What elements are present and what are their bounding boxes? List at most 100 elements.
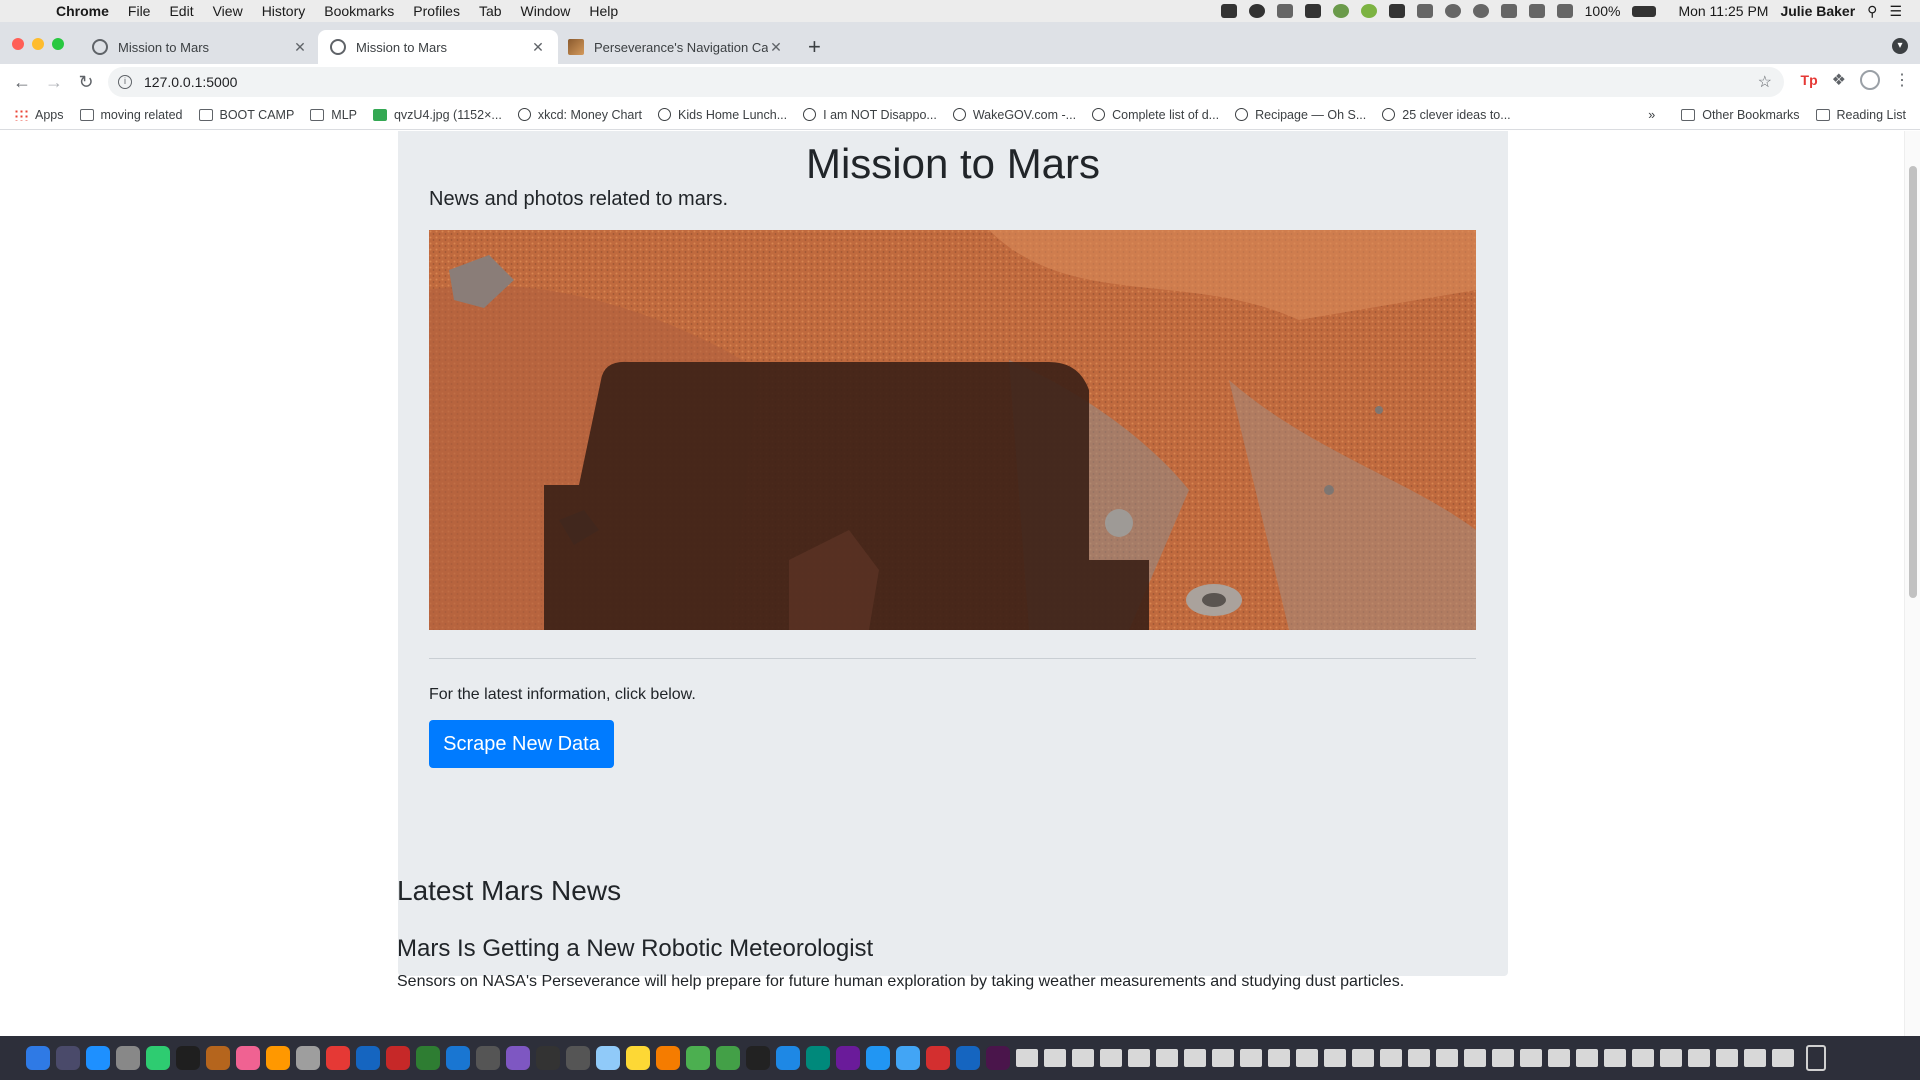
- address-bar-url[interactable]: 127.0.0.1:5000: [144, 74, 237, 90]
- trash-icon[interactable]: [1806, 1045, 1826, 1071]
- battery-percent[interactable]: 100%: [1585, 3, 1621, 19]
- close-tab-icon[interactable]: ✕: [768, 39, 784, 56]
- minimized-window-icon[interactable]: [1296, 1049, 1318, 1067]
- minimized-window-icon[interactable]: [1072, 1049, 1094, 1067]
- menu-window[interactable]: Window: [521, 3, 571, 19]
- bookmark-link[interactable]: Recipage — Oh S...: [1235, 108, 1366, 122]
- minimized-window-icon[interactable]: [1324, 1049, 1346, 1067]
- bookmark-folder[interactable]: BOOT CAMP: [198, 108, 294, 122]
- acrobat-icon[interactable]: [926, 1046, 950, 1070]
- minimized-window-icon[interactable]: [1520, 1049, 1542, 1067]
- teams-icon[interactable]: [896, 1046, 920, 1070]
- evernote-icon[interactable]: [1388, 4, 1405, 18]
- star-app-icon[interactable]: [326, 1046, 350, 1070]
- close-window-button[interactable]: [12, 38, 24, 50]
- bookmark-link[interactable]: Kids Home Lunch...: [658, 108, 787, 122]
- scrollbar-thumb[interactable]: [1909, 166, 1917, 598]
- bookmark-folder[interactable]: MLP: [310, 108, 357, 122]
- bookmark-apps[interactable]: Apps: [14, 108, 64, 122]
- volume-icon[interactable]: [1556, 4, 1573, 18]
- mongodb-icon[interactable]: [806, 1046, 830, 1070]
- spotlight-search-icon[interactable]: ⚲: [1867, 3, 1877, 20]
- new-tab-plus-icon[interactable]: +: [808, 36, 821, 58]
- site-info-icon[interactable]: i: [118, 75, 132, 89]
- word-icon[interactable]: [356, 1046, 380, 1070]
- minimized-window-icon[interactable]: [1016, 1049, 1038, 1067]
- system-preferences-icon[interactable]: [296, 1046, 320, 1070]
- help-icon[interactable]: [476, 1046, 500, 1070]
- bookmark-link[interactable]: I am NOT Disappo...: [803, 108, 937, 122]
- minimized-window-icon[interactable]: [1268, 1049, 1290, 1067]
- zoom-window-button[interactable]: [52, 38, 64, 50]
- minimized-window-icon[interactable]: [1044, 1049, 1066, 1067]
- maps-icon[interactable]: [596, 1046, 620, 1070]
- bluetooth-icon[interactable]: [1500, 4, 1517, 18]
- minimized-window-icon[interactable]: [1436, 1049, 1458, 1067]
- notes-folder-icon[interactable]: [206, 1046, 230, 1070]
- launchpad-icon[interactable]: [116, 1046, 140, 1070]
- apple-menu-icon[interactable]: [20, 3, 36, 19]
- scrape-new-data-button[interactable]: Scrape New Data: [429, 720, 614, 768]
- bookmark-star-icon[interactable]: ☆: [1758, 72, 1772, 92]
- app-store-icon[interactable]: [86, 1046, 110, 1070]
- menu-bookmarks[interactable]: Bookmarks: [324, 3, 394, 19]
- status-dot-icon[interactable]: [1332, 4, 1349, 18]
- menu-view[interactable]: View: [213, 3, 243, 19]
- grammarly-icon[interactable]: [1360, 4, 1377, 18]
- time-machine-icon[interactable]: [1472, 4, 1489, 18]
- page-scrollbar[interactable]: [1904, 131, 1920, 1036]
- bookmark-link[interactable]: 25 clever ideas to...: [1382, 108, 1511, 122]
- minimized-window-icon[interactable]: [1492, 1049, 1514, 1067]
- extensions-puzzle-icon[interactable]: ❖: [1832, 70, 1846, 90]
- close-tab-icon[interactable]: ✕: [292, 39, 308, 56]
- minimized-window-icon[interactable]: [1688, 1049, 1710, 1067]
- minimized-window-icon[interactable]: [1464, 1049, 1486, 1067]
- vscode-icon[interactable]: [776, 1046, 800, 1070]
- chrome-menu-icon[interactable]: ⋮: [1894, 70, 1910, 90]
- onepassword-icon[interactable]: [1248, 4, 1265, 18]
- reading-list[interactable]: Reading List: [1815, 108, 1906, 122]
- forward-arrow-icon[interactable]: →: [38, 66, 70, 98]
- minimized-window-icon[interactable]: [1744, 1049, 1766, 1067]
- minimized-window-icon[interactable]: [1184, 1049, 1206, 1067]
- help-icon[interactable]: [566, 1046, 590, 1070]
- browser-tab[interactable]: Perseverance's Navigation Cam ✕: [556, 30, 796, 64]
- chrome-icon[interactable]: [686, 1046, 710, 1070]
- photos-icon[interactable]: [656, 1046, 680, 1070]
- menu-help[interactable]: Help: [589, 3, 618, 19]
- tasks-icon[interactable]: [506, 1046, 530, 1070]
- minimized-window-icon[interactable]: [1240, 1049, 1262, 1067]
- minimized-window-icon[interactable]: [1660, 1049, 1682, 1067]
- bookmark-link[interactable]: WakeGOV.com -...: [952, 108, 1076, 122]
- bookmark-link[interactable]: Complete list of d...: [1092, 108, 1219, 122]
- zoom-icon[interactable]: [866, 1046, 890, 1070]
- minimize-window-button[interactable]: [32, 38, 44, 50]
- stickies-icon[interactable]: [626, 1046, 650, 1070]
- menu-history[interactable]: History: [262, 3, 306, 19]
- siri-icon[interactable]: [56, 1046, 80, 1070]
- reload-icon[interactable]: ↻: [70, 66, 102, 98]
- onepassword-icon[interactable]: [956, 1046, 980, 1070]
- notification-center-icon[interactable]: ☰: [1889, 3, 1902, 20]
- bookmark-folder[interactable]: moving related: [79, 108, 183, 122]
- browser-tab[interactable]: Mission to Mars ✕: [80, 30, 320, 64]
- minimized-window-icon[interactable]: [1212, 1049, 1234, 1067]
- extension-tp-icon[interactable]: Tp: [1801, 72, 1818, 88]
- minimized-window-icon[interactable]: [1632, 1049, 1654, 1067]
- tab-search-chevron-icon[interactable]: ▾: [1892, 38, 1908, 54]
- bookmarks-overflow-chevron-icon[interactable]: »: [1648, 108, 1655, 122]
- minimized-window-icon[interactable]: [1128, 1049, 1150, 1067]
- bookmark-link[interactable]: xkcd: Money Chart: [517, 108, 642, 122]
- back-arrow-icon[interactable]: ←: [6, 66, 38, 98]
- music-icon[interactable]: [236, 1046, 260, 1070]
- dropbox-icon[interactable]: [446, 1046, 470, 1070]
- finder-icon[interactable]: [26, 1046, 50, 1070]
- minimized-window-icon[interactable]: [1772, 1049, 1794, 1067]
- profile-avatar-icon[interactable]: [1860, 70, 1880, 90]
- minimized-window-icon[interactable]: [1548, 1049, 1570, 1067]
- menu-app-name[interactable]: Chrome: [56, 3, 109, 19]
- network-icon[interactable]: [536, 1046, 560, 1070]
- screen-record-icon[interactable]: [1220, 4, 1237, 18]
- menu-tab[interactable]: Tab: [479, 3, 502, 19]
- github-desktop-icon[interactable]: [836, 1046, 860, 1070]
